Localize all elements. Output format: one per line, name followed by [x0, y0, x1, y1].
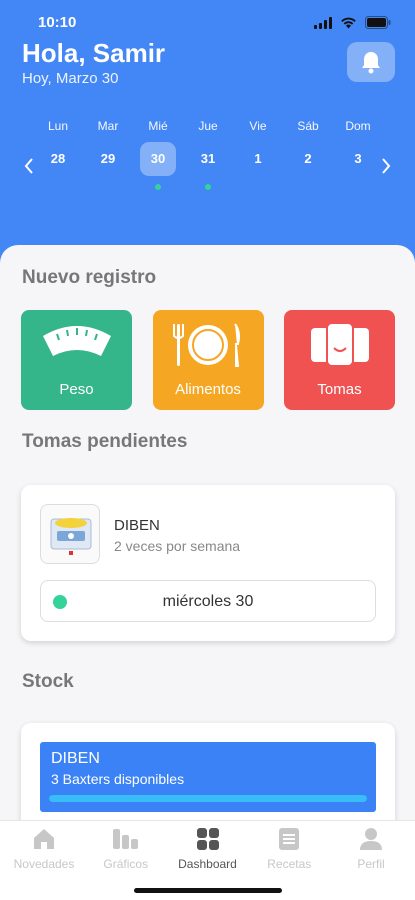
calendar-day[interactable]: Jue 31 [190, 118, 226, 190]
calendar-day-number: 1 [254, 151, 262, 166]
greeting-title: Hola, Samir [22, 38, 166, 68]
home-icon [34, 829, 54, 849]
stock-title: Stock [22, 671, 74, 692]
dose-day-label: miércoles 30 [162, 593, 254, 610]
stock-level-fill [49, 795, 367, 802]
calendar-day[interactable]: Dom 3 [340, 118, 376, 190]
scale-icon [42, 326, 111, 356]
calendar-day[interactable]: Sáb 2 [290, 118, 326, 190]
calendar-day-number: 31 [200, 151, 216, 166]
calendar-day-number: 30 [140, 142, 176, 176]
tab-graficos[interactable]: Gráficos [86, 821, 166, 871]
bar-chart-icon [112, 829, 138, 849]
bell-icon [362, 52, 380, 74]
calendar-day-of-week: Mar [97, 119, 119, 133]
grid-icon [196, 828, 219, 850]
nuevo-registro-tiles: Peso Alimentos Tomas [21, 310, 395, 410]
battery-icon [365, 16, 391, 29]
phones-icon [310, 322, 369, 367]
calendar-day[interactable]: Lun 28 [40, 118, 76, 190]
calendar-day-number: 2 [304, 151, 312, 166]
tab-perfil-label: Perfil [357, 857, 385, 871]
document-icon [279, 828, 300, 850]
tab-dashboard[interactable]: Dashboard [168, 821, 248, 871]
calendar-day[interactable]: Mié 30 [140, 118, 176, 190]
stock-level-bar [49, 795, 367, 802]
calendar-day-of-week: Lun [47, 119, 69, 133]
chevron-left-icon[interactable] [22, 156, 36, 176]
nuevo-registro-title: Nuevo registro [22, 267, 157, 288]
calendar-day-of-week: Dom [345, 119, 371, 133]
calendar-day-of-week: Sáb [297, 119, 319, 133]
calendar-day[interactable]: Vie 1 [240, 118, 276, 190]
tab-recetas-label: Recetas [267, 857, 312, 871]
tile-alimentos[interactable]: Alimentos [152, 310, 264, 410]
medication-frequency: 2 veces por semana [114, 538, 241, 554]
home-indicator [134, 888, 282, 893]
tab-graficos-label: Gráficos [103, 857, 149, 871]
clock: 10:10 [38, 14, 77, 31]
calendar-day-number: 3 [354, 151, 362, 166]
calendar-day[interactable]: Mar 29 [90, 118, 126, 190]
calendar-day-of-week: Mié [148, 119, 168, 133]
stock-card[interactable]: DIBEN 3 Baxters disponibles [21, 723, 395, 825]
tab-recetas[interactable]: Recetas [249, 821, 329, 871]
medication-image [40, 504, 100, 564]
status-icons [314, 16, 391, 29]
tab-novedades-label: Novedades [13, 857, 75, 871]
person-icon [360, 828, 382, 850]
week-days: Lun 28 Mar 29 Mié 30 Jue 31 Vie 1 Sáb 2 Dom 3 [40, 118, 376, 190]
status-bar: 10:10 [0, 10, 415, 34]
tomas-pendientes-title: Tomas pendientes [22, 431, 188, 452]
stock-item[interactable]: DIBEN 3 Baxters disponibles [40, 742, 376, 812]
wifi-icon [340, 17, 357, 29]
stock-availability: 3 Baxters disponibles [51, 771, 185, 787]
tab-perfil[interactable]: Perfil [331, 821, 411, 871]
tile-peso[interactable]: Peso [21, 310, 132, 410]
calendar-day-of-week: Vie [249, 119, 267, 133]
calendar-day-of-week: Jue [198, 119, 218, 133]
today-date: Hoy, Marzo 30 [22, 70, 119, 87]
notifications-button[interactable] [347, 42, 395, 82]
calendar-day-dot [205, 184, 211, 190]
signal-icon [314, 16, 332, 29]
tile-peso-label: Peso [59, 381, 94, 398]
tab-novedades[interactable]: Novedades [4, 821, 84, 871]
calendar-day-number: 28 [50, 151, 66, 166]
medication-name: DIBEN [114, 517, 160, 534]
content-sheet: Nuevo registro Peso Alimentos Tomas Toma… [0, 245, 415, 825]
pending-dose-card[interactable]: DIBEN 2 veces por semana miércoles 30 [21, 485, 395, 641]
plate-cutlery-icon [173, 323, 240, 367]
tile-tomas-label: Tomas [317, 381, 362, 398]
tab-dashboard-label: Dashboard [178, 857, 237, 871]
stock-medication-name: DIBEN [51, 750, 100, 767]
week-calendar: Lun 28 Mar 29 Mié 30 Jue 31 Vie 1 Sáb 2 Dom 3 [20, 118, 395, 198]
calendar-day-number: 29 [100, 151, 116, 166]
tile-tomas[interactable]: Tomas [284, 310, 395, 410]
dose-row[interactable]: miércoles 30 [40, 580, 376, 622]
header: 10:10 Hola, Samir Hoy, Marzo 30 Lun 28 Mar… [0, 0, 415, 260]
calendar-day-dot [155, 184, 161, 190]
tile-alimentos-label: Alimentos [175, 381, 241, 398]
chevron-right-icon[interactable] [379, 156, 393, 176]
